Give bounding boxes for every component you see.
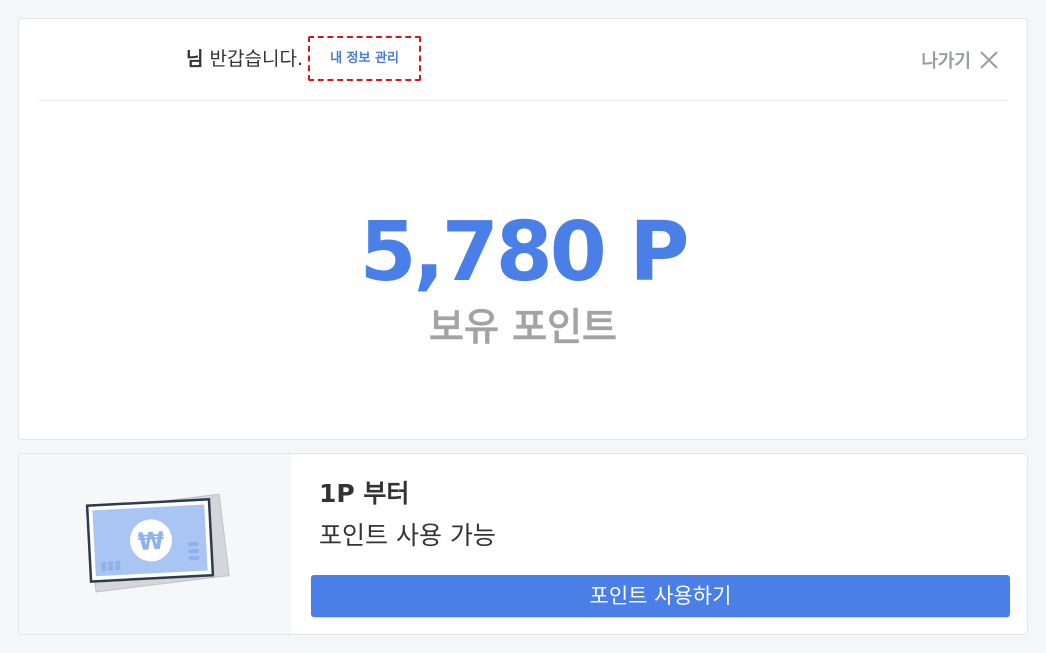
points-card: 님 반갑습니다. 내 정보 관리 나가기 5,780 P 보유 포인트 xyxy=(18,18,1028,440)
illustration-panel: ₩ xyxy=(19,454,291,634)
points-value: 5,780 P xyxy=(359,205,689,300)
greeting-text: 반갑습니다. xyxy=(203,48,303,70)
currency-symbol: ₩ xyxy=(137,527,165,556)
greeting-name-suffix: 님 xyxy=(186,48,204,70)
use-title: 1P 부터 xyxy=(319,479,410,508)
close-icon xyxy=(980,50,998,69)
use-points-button[interactable]: 포인트 사용하기 xyxy=(311,575,1010,617)
exit-label: 나가기 xyxy=(921,50,971,72)
money-bill-won-icon: ₩ xyxy=(85,493,230,593)
exit-button[interactable]: 나가기 xyxy=(921,19,999,100)
use-subtitle: 포인트 사용 가능 xyxy=(319,521,496,550)
greeting: 님 반갑습니다. xyxy=(39,19,303,100)
manage-my-info-link[interactable]: 내 정보 관리 xyxy=(308,36,421,81)
header: 님 반갑습니다. 내 정보 관리 나가기 xyxy=(39,19,1007,101)
use-points-card: ₩ 1P 부터 포인트 사용 가능 포인트 사용하기 xyxy=(18,453,1028,635)
points-label: 보유 포인트 xyxy=(428,305,618,349)
